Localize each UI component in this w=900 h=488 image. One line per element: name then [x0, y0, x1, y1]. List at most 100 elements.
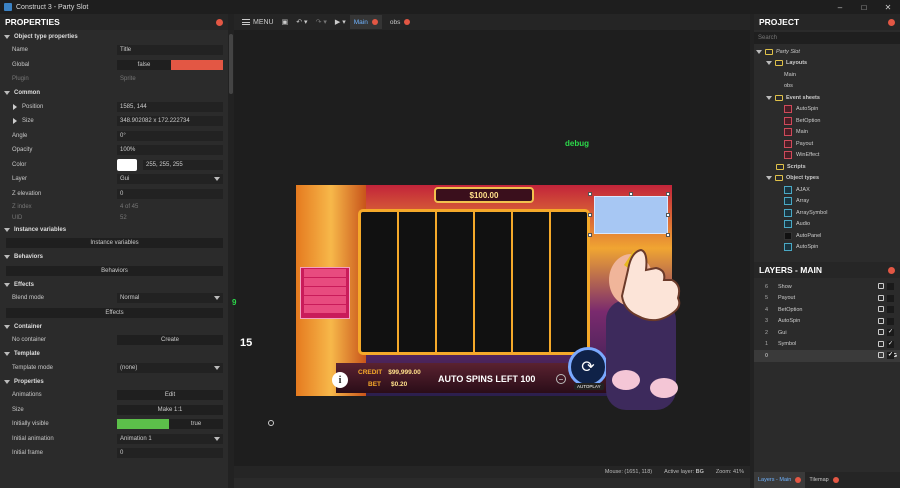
close-icon[interactable]: ✕	[876, 0, 900, 14]
project-search-input[interactable]: Search	[754, 32, 900, 44]
create-container-button[interactable]: Create	[117, 335, 223, 346]
layer-row[interactable]: 2 Gui ✓	[754, 327, 900, 339]
properties-close-dot[interactable]	[216, 19, 223, 26]
layer-row[interactable]: 5 Payout	[754, 293, 900, 305]
tab-tilemap[interactable]: Tilemap	[805, 472, 842, 488]
visibility-checkbox[interactable]	[887, 283, 894, 290]
expand-icon[interactable]	[13, 103, 17, 110]
layer-row[interactable]: 1 Symbol ✓	[754, 339, 900, 351]
tree-item[interactable]: Array	[754, 196, 900, 208]
lock-icon[interactable]	[878, 340, 884, 347]
layers-close-dot[interactable]	[888, 267, 895, 274]
prop-behaviors: Behaviors	[0, 264, 228, 279]
edit-animations-button[interactable]: Edit	[117, 390, 223, 401]
tree-item[interactable]: WinEffect	[754, 150, 900, 162]
section-container[interactable]: Container	[0, 320, 228, 333]
section-properties[interactable]: Properties	[0, 375, 228, 388]
section-template[interactable]: Template	[0, 348, 228, 361]
tab-close-dot[interactable]	[832, 477, 839, 483]
behaviors-button[interactable]: Behaviors	[6, 265, 223, 276]
section-behaviors[interactable]: Behaviors	[0, 251, 228, 264]
tree-item[interactable]: AutoSpin	[754, 242, 900, 254]
tree-item[interactable]: AutoPanel	[754, 230, 900, 242]
resize-handle[interactable]	[666, 192, 670, 196]
lock-icon[interactable]	[878, 294, 884, 301]
credit-display: CREDIT $99,999.00	[358, 369, 421, 376]
visibility-checkbox[interactable]	[887, 294, 894, 302]
tab-close-dot[interactable]	[371, 19, 378, 25]
layer-row[interactable]: 4 BetOption	[754, 304, 900, 316]
tree-item[interactable]: Audio	[754, 219, 900, 231]
visibility-checkbox[interactable]	[887, 317, 894, 325]
resize-handle[interactable]	[588, 233, 592, 237]
reel	[475, 212, 513, 352]
resize-handle[interactable]	[629, 192, 633, 196]
layer-row-selected[interactable]: 0BG✓	[754, 350, 900, 362]
tree-item[interactable]: BetOption	[754, 115, 900, 127]
tab-close-dot[interactable]	[404, 19, 411, 25]
tab-close-dot[interactable]	[795, 477, 802, 483]
debug-number-9: 9	[232, 298, 237, 307]
resize-handle[interactable]	[666, 213, 670, 217]
tree-item[interactable]: Main	[754, 69, 900, 81]
main-toolbar: MENU ▣ ↶ ▾ ↷ ▾ ▶ ▾ Main obs	[234, 14, 750, 30]
info-button[interactable]: i	[332, 372, 348, 388]
save-icon[interactable]: ▣	[282, 18, 289, 26]
lock-icon[interactable]	[878, 317, 884, 324]
event-sheet-icon	[784, 151, 792, 160]
tree-scripts[interactable]: Scripts	[754, 161, 900, 173]
collapse-icon	[4, 227, 10, 232]
visibility-checkbox[interactable]: ✓	[887, 329, 894, 336]
layer-row[interactable]: 6 Show	[754, 281, 900, 293]
tree-item[interactable]: obs	[754, 81, 900, 93]
tab-main[interactable]: Main	[349, 15, 382, 29]
redo-icon[interactable]: ↷ ▾	[316, 18, 327, 26]
expand-icon[interactable]	[13, 118, 17, 124]
menu-button[interactable]: MENU	[242, 19, 274, 26]
tree-item[interactable]: Main	[754, 127, 900, 139]
tree-layouts[interactable]: Layouts	[754, 58, 900, 70]
make-1-1-button[interactable]: Make 1:1	[117, 404, 223, 415]
tree-root[interactable]: Party Slot	[754, 46, 900, 58]
folder-icon	[775, 60, 783, 67]
mascot-pointing-hand[interactable]	[586, 240, 706, 412]
lock-icon[interactable]	[878, 306, 884, 312]
resize-handle[interactable]	[588, 192, 592, 196]
visibility-checkbox[interactable]: ✓	[887, 340, 894, 348]
lock-icon[interactable]	[878, 283, 884, 289]
tab-obs[interactable]: obs	[386, 15, 414, 29]
tree-object-types[interactable]: Object types	[754, 173, 900, 185]
minus-button[interactable]: −	[556, 374, 566, 384]
object-icon	[784, 185, 792, 194]
color-swatch[interactable]	[117, 158, 137, 171]
layers-panel: LAYERS - MAIN 6 Show 5 Payout 4 BetOption 3…	[754, 262, 900, 488]
section-effects[interactable]: Effects	[0, 278, 228, 291]
preview-icon[interactable]: ▶ ▾	[335, 18, 346, 26]
prop-position: Position 1585, 144	[0, 100, 228, 115]
effects-button[interactable]: Effects	[6, 307, 223, 318]
visibility-checkbox[interactable]: ✓	[887, 352, 894, 359]
tree-item[interactable]: AJAX	[754, 184, 900, 196]
scrollbar-thumb[interactable]	[229, 34, 233, 94]
tab-layers-main[interactable]: Layers - Main	[754, 472, 806, 488]
resize-handle[interactable]	[588, 213, 592, 217]
tree-event-sheets[interactable]: Event sheets	[754, 92, 900, 104]
tree-item[interactable]: ArraySymbol	[754, 207, 900, 219]
tree-item[interactable]: Payout	[754, 138, 900, 150]
visibility-checkbox[interactable]	[887, 306, 894, 313]
lock-icon[interactable]	[878, 352, 884, 358]
section-common[interactable]: Common	[0, 87, 228, 100]
section-object-type[interactable]: Object type properties	[0, 30, 228, 43]
maximize-icon[interactable]: □	[852, 0, 876, 14]
resize-handle[interactable]	[666, 233, 670, 237]
minimize-icon[interactable]: –	[828, 0, 852, 14]
tree-item[interactable]: AutoSpin	[754, 104, 900, 116]
section-instance-variables[interactable]: Instance variables	[0, 223, 228, 236]
project-close-dot[interactable]	[888, 19, 895, 26]
layer-row[interactable]: 3 AutoSpin	[754, 316, 900, 328]
zoom-level: Zoom: 41%	[715, 469, 744, 475]
lock-icon[interactable]	[878, 329, 884, 335]
instance-variables-button[interactable]: Instance variables	[6, 238, 223, 249]
undo-icon[interactable]: ↶ ▾	[296, 18, 307, 26]
selected-object-title[interactable]	[594, 196, 668, 234]
